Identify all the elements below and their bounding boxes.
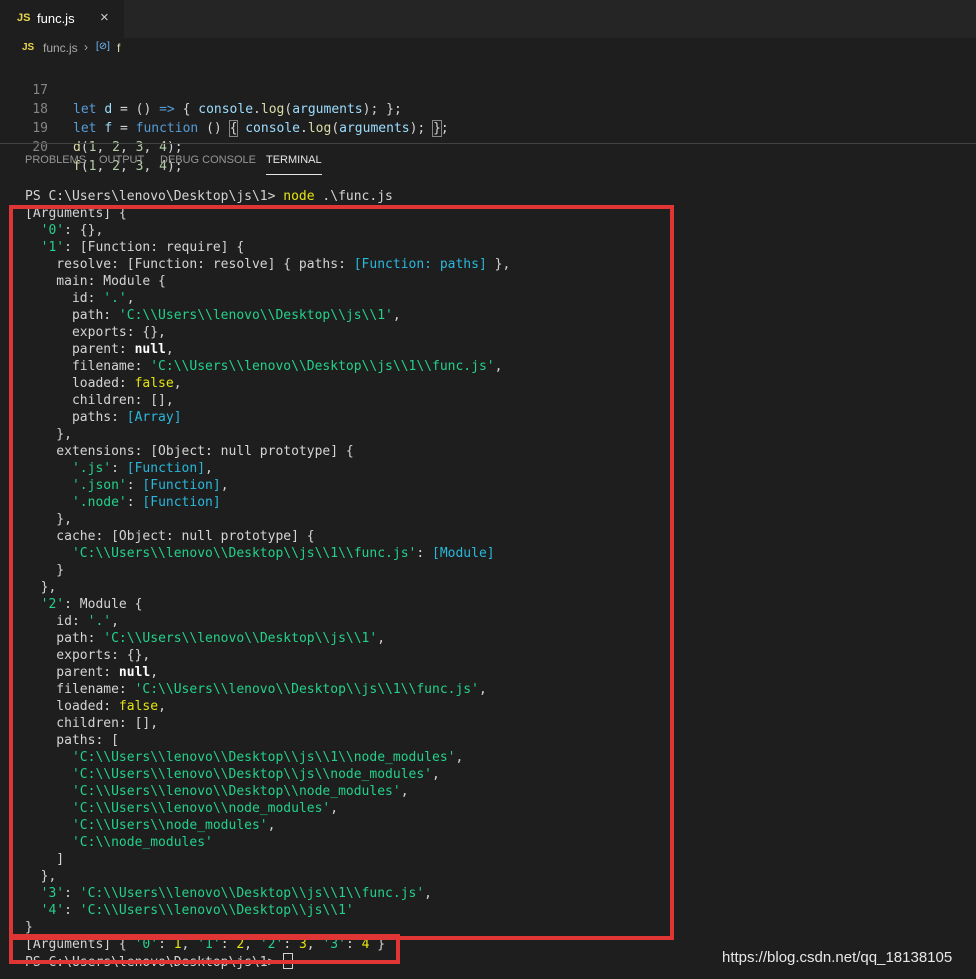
tab-output[interactable]: OUTPUT [99, 154, 144, 166]
code-text: let f = function () { console.log(argume… [73, 120, 449, 137]
tab-terminal[interactable]: TERMINAL [266, 154, 322, 175]
watermark: https://blog.csdn.net/qq_18138105 [722, 949, 953, 966]
highlight-box-arguments-numbers [9, 934, 400, 964]
tab-problems[interactable]: PROBLEMS [25, 154, 86, 166]
breadcrumb-file[interactable]: func.js [43, 41, 78, 55]
code-line: 18 let f = function () { console.log(arg… [0, 81, 449, 137]
code-text: let d = () => { console.log(arguments); … [73, 102, 402, 117]
close-icon[interactable]: × [100, 9, 109, 26]
code-line: 17 let d = () => { console.log(arguments… [0, 62, 401, 117]
terminal-text: PS C:\Users\lenovo\Desktop\js\1> [25, 189, 284, 204]
javascript-file-icon: JS [22, 42, 35, 53]
code-line: 19 d(1, 2, 3, 4); [0, 100, 182, 155]
chevron-right-icon: › [84, 40, 88, 54]
code-line: 20 f(1, 2, 3, 4); [0, 119, 182, 174]
breadcrumb-symbol[interactable]: f [117, 41, 120, 55]
terminal-text: .\func.js [314, 189, 393, 204]
highlight-box-arguments-object [9, 205, 674, 940]
panel-tabs: PROBLEMS OUTPUT DEBUG CONSOLE TERMINAL [0, 144, 976, 180]
editor-tab-bar: JS func.js × [0, 0, 976, 38]
tab-debug-console[interactable]: DEBUG CONSOLE [160, 154, 256, 166]
terminal-line: PS C:\Users\lenovo\Desktop\js\1> node .\… [25, 188, 965, 205]
tab-label: func.js [37, 11, 75, 26]
breadcrumb: JS func.js › [⊘] f [0, 38, 976, 60]
code-editor[interactable]: 17 let d = () => { console.log(arguments… [0, 60, 976, 174]
terminal-text: node [283, 189, 315, 204]
variable-symbol-icon: [⊘] [96, 41, 110, 52]
javascript-file-icon: JS [17, 12, 31, 24]
tab-func-js[interactable]: JS func.js × [0, 0, 124, 38]
